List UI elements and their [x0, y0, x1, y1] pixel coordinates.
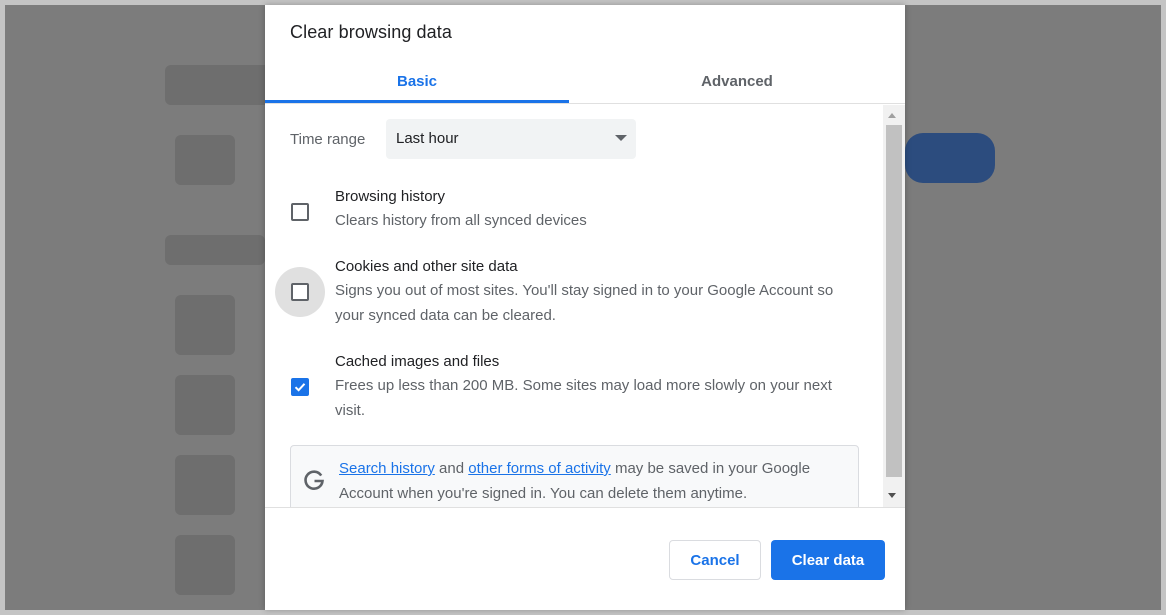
checkbox-container: [275, 187, 325, 237]
dropdown-arrow-icon: [615, 135, 627, 141]
option-title: Browsing history: [335, 188, 446, 205]
tab-basic[interactable]: Basic: [265, 60, 569, 103]
checkmark-icon: [294, 383, 306, 392]
scroll-down-arrow-icon[interactable]: [888, 493, 896, 498]
cancel-button[interactable]: Cancel: [669, 540, 761, 580]
tab-advanced[interactable]: Advanced: [585, 60, 889, 103]
content-scrollbar[interactable]: [883, 105, 905, 507]
option-description: Frees up less than 200 MB. Some sites ma…: [335, 377, 832, 419]
background-item: [175, 375, 235, 435]
checkbox-container: [275, 362, 325, 412]
scrollbar-thumb[interactable]: [886, 125, 902, 477]
background-item: [175, 535, 235, 595]
option-cookies: Cookies and other site data Signs you ou…: [265, 257, 883, 337]
tab-bar: Basic Advanced: [265, 60, 905, 104]
cookies-checkbox[interactable]: [291, 283, 309, 301]
option-title: Cookies and other site data: [335, 258, 518, 275]
background-item: [175, 295, 235, 355]
dialog-title: Clear browsing data: [290, 22, 452, 42]
option-description: Signs you out of most sites. You'll stay…: [335, 282, 834, 324]
dialog-content: Time range Last hour Browsing history Cl…: [265, 105, 883, 507]
clear-data-button[interactable]: Clear data: [771, 540, 885, 580]
browsing-history-checkbox[interactable]: [291, 203, 309, 221]
scroll-up-arrow-icon[interactable]: [888, 113, 896, 118]
time-range-select[interactable]: Last hour: [386, 119, 636, 159]
other-activity-link[interactable]: other forms of activity: [468, 460, 611, 477]
cached-images-checkbox[interactable]: [291, 378, 309, 396]
background-button: [905, 133, 995, 183]
clear-browsing-data-dialog: Clear browsing data Basic Advanced Time …: [265, 5, 905, 610]
option-cached-images: Cached images and files Frees up less th…: [265, 352, 883, 432]
option-description: Clears history from all synced devices: [335, 212, 587, 229]
option-browsing-history: Browsing history Clears history from all…: [265, 187, 883, 247]
time-range-value: Last hour: [396, 130, 459, 147]
google-account-info: Search history and other forms of activi…: [290, 445, 859, 507]
search-history-link[interactable]: Search history: [339, 460, 435, 477]
active-tab-indicator: [265, 100, 569, 103]
google-g-icon: [304, 470, 324, 490]
background-title: [165, 65, 275, 105]
background-item: [175, 135, 235, 185]
time-range-label: Time range: [290, 131, 366, 148]
checkbox-container: [275, 267, 325, 317]
info-text: Search history and other forms of activi…: [339, 456, 854, 506]
option-title: Cached images and files: [335, 353, 500, 370]
info-text-segment: and: [434, 460, 469, 477]
dialog-footer: Cancel Clear data: [265, 507, 905, 610]
background-heading: [165, 235, 265, 265]
background-item: [175, 455, 235, 515]
